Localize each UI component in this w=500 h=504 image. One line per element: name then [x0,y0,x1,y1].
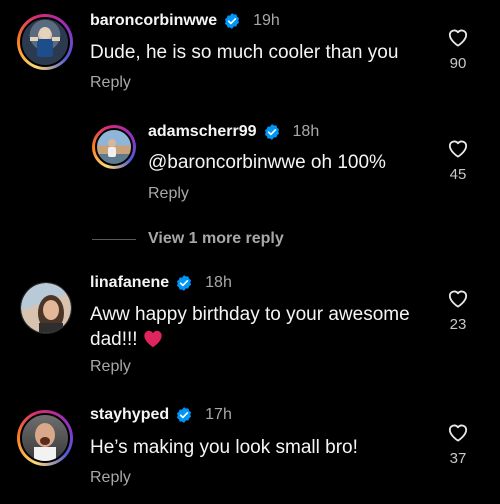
heart-outline-icon [448,424,468,442]
comment-text-line: dad!!! [90,329,138,350]
username[interactable]: stayhyped [90,406,169,424]
timestamp: 19h [253,12,280,29]
reply-button[interactable]: Reply [148,185,189,203]
verified-badge-icon [225,13,240,29]
like-count: 90 [449,55,467,72]
like-count: 45 [449,166,467,183]
reply-button[interactable]: Reply [90,74,131,92]
heart-outline-icon [448,290,468,308]
like-button[interactable]: 23 [436,288,480,333]
username[interactable]: baroncorbinwwe [90,12,217,30]
view-more-replies-button[interactable]: View 1 more reply [92,230,284,248]
view-more-replies-label: View 1 more reply [148,230,284,247]
comment-text: Aww happy birthday to your awesome dad!!… [90,302,430,352]
like-count: 23 [449,316,467,333]
like-count: 37 [449,450,467,467]
comment-text: He’s making you look small bro! [90,437,358,458]
like-button[interactable]: 90 [436,27,480,72]
timestamp: 17h [205,406,232,423]
like-button[interactable]: 45 [436,138,480,183]
avatar[interactable] [92,125,136,169]
divider-line [92,238,136,240]
heart-outline-icon [448,29,468,47]
like-button[interactable]: 37 [436,422,480,467]
avatar[interactable] [17,14,73,70]
heart-outline-icon [448,140,468,158]
verified-badge-icon [264,124,279,140]
verified-badge-icon [177,275,192,291]
avatar[interactable] [20,282,72,334]
comment-text: @baroncorbinwwe oh 100% [148,152,386,173]
reply-button[interactable]: Reply [90,469,131,487]
verified-badge-icon [177,407,192,423]
red-heart-emoji-icon [143,330,162,348]
timestamp: 18h [292,123,320,140]
reply-button[interactable]: Reply [90,358,131,376]
username[interactable]: adamscherr99 [148,123,257,141]
timestamp: 18h [205,274,232,291]
comment-text: Dude, he is so much cooler than you [90,42,399,63]
username[interactable]: linafanene [90,274,169,292]
comment-text-line: Aww happy birthday to your awesome [90,304,410,325]
avatar[interactable] [17,410,73,466]
